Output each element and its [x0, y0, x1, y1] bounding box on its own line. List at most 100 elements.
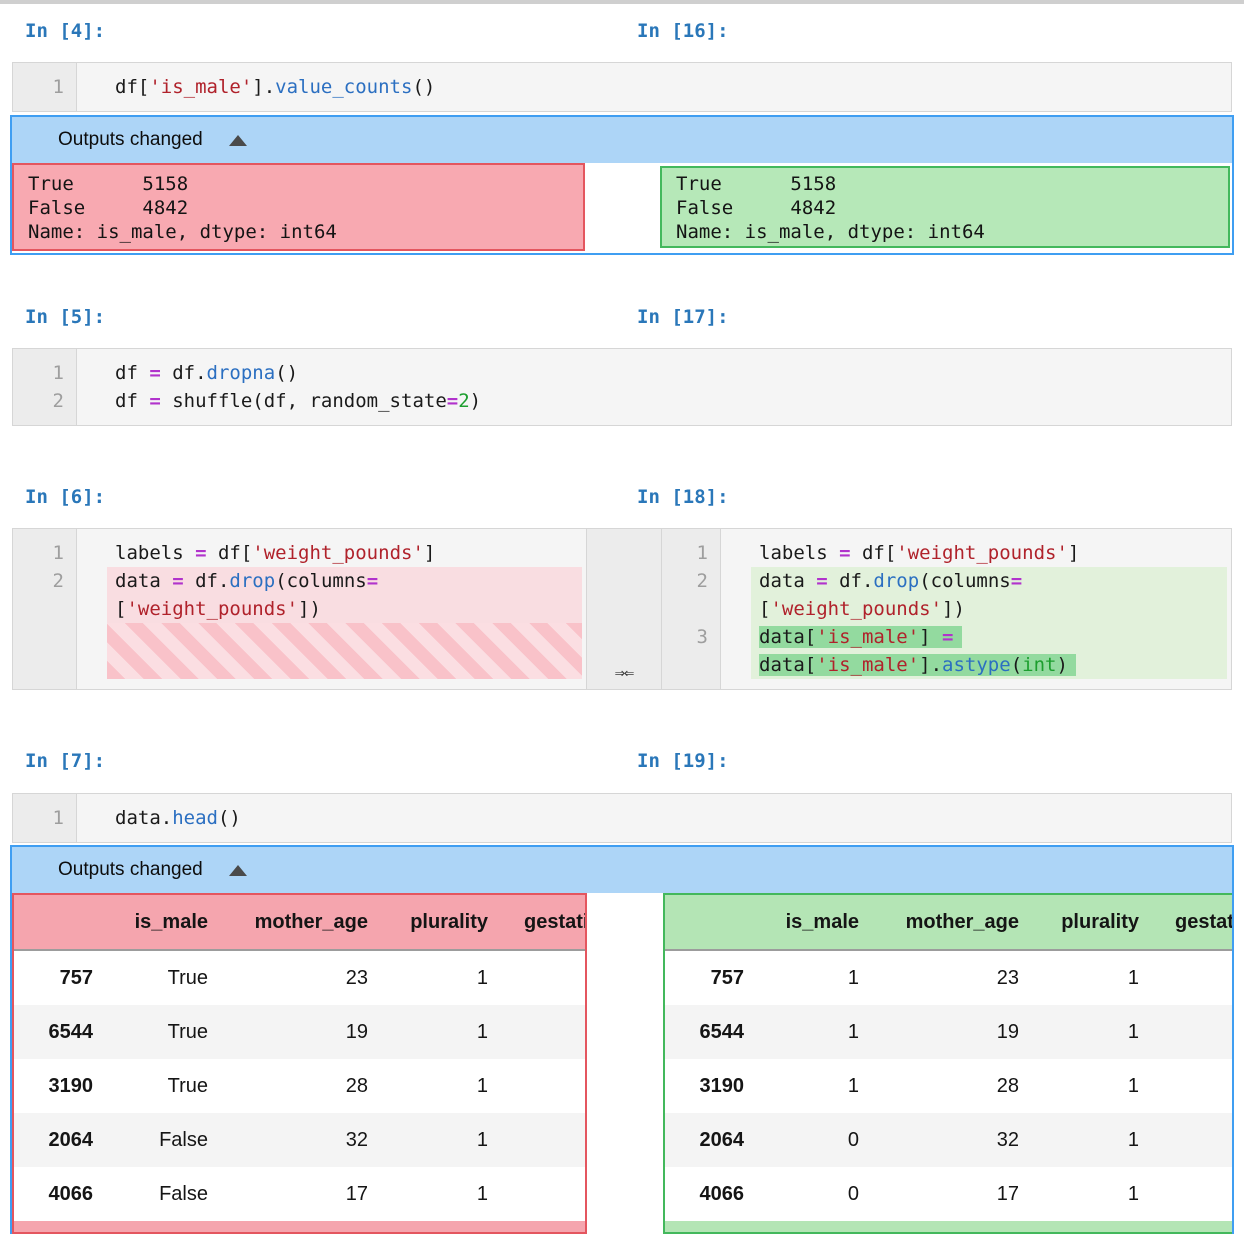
code-token: ]) — [298, 598, 321, 620]
line-number: 1 — [13, 539, 76, 567]
code-token: drop — [229, 570, 275, 592]
column-header: mother_age — [875, 895, 1035, 950]
code-token: int — [1022, 654, 1056, 676]
code-token: ] — [1068, 542, 1079, 564]
table-cell: 1 — [760, 1005, 875, 1059]
code-area: data.head() — [77, 794, 1231, 842]
added-chunk: data['is_male'] = — [759, 626, 962, 648]
table-cell — [1155, 1167, 1234, 1221]
code-token: = — [1011, 570, 1022, 592]
table-cell: 17 — [224, 1167, 384, 1221]
input-prompt-right: In [16]: — [637, 20, 729, 42]
dataframe-table-added: is_malemother_agepluralitygestati7571231… — [665, 895, 1234, 1221]
code-token: [ — [115, 598, 126, 620]
code-token: labels — [759, 542, 839, 564]
code-token: data[ — [759, 626, 816, 648]
table-row: 20640321 — [665, 1113, 1234, 1167]
table-cell: 1 — [1035, 1167, 1155, 1221]
outputs-diff-content: True 5158 False 4842 Name: is_male, dtyp… — [12, 163, 1232, 253]
table-row: 757True231 — [14, 950, 587, 1005]
code-token: data. — [115, 807, 172, 829]
table-row: 40660171 — [665, 1167, 1234, 1221]
code-token: ]. — [919, 654, 942, 676]
code-token: (columns — [275, 570, 367, 592]
outputs-diff-section: Outputs changed True 5158 False 4842 Nam… — [10, 115, 1234, 255]
code-token: 'weight_pounds' — [896, 542, 1068, 564]
table-cell: 1 — [384, 1167, 504, 1221]
code-area-right: labels = df['weight_pounds']data = df.dr… — [721, 529, 1231, 689]
table-cell: 1 — [1035, 1005, 1155, 1059]
code-token: [ — [759, 598, 770, 620]
code-token: () — [275, 362, 298, 384]
code-token: df. — [828, 570, 874, 592]
code-token: ( — [1011, 654, 1022, 676]
code-token: 'weight_pounds' — [770, 598, 942, 620]
table-row: 3190True281 — [14, 1059, 587, 1113]
outputs-changed-banner[interactable]: Outputs changed — [12, 847, 1232, 893]
column-header: gestati — [504, 895, 587, 950]
code-token: () — [218, 807, 241, 829]
added-output-table-box: is_malemother_agepluralitygestati7571231… — [663, 893, 1234, 1234]
line-number-gutter: 12 — [13, 349, 77, 425]
collapse-unchanged-icon[interactable]: ⇒⇐ — [587, 663, 661, 683]
table-cell — [1155, 1005, 1234, 1059]
code-token: 'is_male' — [816, 626, 919, 648]
collapse-arrow-icon[interactable] — [229, 865, 247, 876]
input-prompt-left: In [5]: — [25, 306, 105, 328]
table-cell: 0 — [760, 1113, 875, 1167]
code-token: df[ — [851, 542, 897, 564]
code-token: df. — [184, 570, 230, 592]
code-token: data — [115, 570, 172, 592]
row-index: 2064 — [665, 1113, 760, 1167]
table-row: 6544True191 — [14, 1005, 587, 1059]
code-line: data.head() — [77, 804, 1231, 832]
input-prompt-right: In [19]: — [637, 750, 729, 772]
code-token: labels — [115, 542, 195, 564]
code-token: = — [447, 390, 458, 412]
outputs-changed-label: Outputs changed — [58, 129, 203, 151]
table-body: 757True2316544True1913190True2812064Fals… — [14, 950, 587, 1221]
table-cell — [504, 950, 587, 1005]
code-token: = — [367, 570, 378, 592]
code-cell: 1 df['is_male'].value_counts() — [12, 62, 1232, 112]
table-header-row: is_malemother_agepluralitygestati — [14, 895, 587, 950]
column-header: is_male — [760, 895, 875, 950]
line-number: 1 — [13, 73, 76, 101]
table-head: is_malemother_agepluralitygestati — [14, 895, 587, 950]
table-cell: True — [109, 1059, 224, 1113]
code-line: df = shuffle(df, random_state=2) — [77, 387, 1231, 415]
table-cell — [504, 1059, 587, 1113]
code-token: ]. — [252, 76, 275, 98]
added-output: True 5158 False 4842 Name: is_male, dtyp… — [660, 166, 1230, 248]
code-token: df — [115, 390, 149, 412]
line-number: 1 — [13, 359, 76, 387]
code-token: = — [839, 542, 850, 564]
column-header: is_male — [109, 895, 224, 950]
added-chunk: data['is_male'].astype(int) — [759, 654, 1076, 676]
code-line: labels = df['weight_pounds'] — [751, 539, 1227, 567]
line-number-gutter-right: 123 — [662, 529, 721, 689]
line-number-gutter: 1 — [13, 63, 77, 111]
column-header: plurality — [384, 895, 504, 950]
line-number-gutter-left: 12 — [13, 529, 77, 689]
table-body: 757123165441191319012812064032140660171 — [665, 950, 1234, 1221]
input-prompt-right: In [18]: — [637, 486, 729, 508]
row-index: 3190 — [14, 1059, 109, 1113]
table-cell: 1 — [1035, 950, 1155, 1005]
code-token: value_counts — [275, 76, 412, 98]
column-header: plurality — [1035, 895, 1155, 950]
column-header — [14, 895, 109, 950]
table-cell: True — [109, 1005, 224, 1059]
removed-output-table-box: is_malemother_agepluralitygestati757True… — [12, 893, 587, 1234]
code-area-left: labels = df['weight_pounds']data = df.dr… — [77, 529, 586, 689]
code-cell: 12 df = df.dropna()df = shuffle(df, rand… — [12, 348, 1232, 426]
collapse-arrow-icon[interactable] — [229, 135, 247, 146]
table-cell: 1 — [384, 1059, 504, 1113]
table-cell — [1155, 950, 1234, 1005]
code-token: data[ — [759, 654, 816, 676]
table-cell: 19 — [224, 1005, 384, 1059]
row-index: 6544 — [665, 1005, 760, 1059]
code-token: df — [115, 362, 149, 384]
column-header — [665, 895, 760, 950]
outputs-changed-banner[interactable]: Outputs changed — [12, 117, 1232, 163]
